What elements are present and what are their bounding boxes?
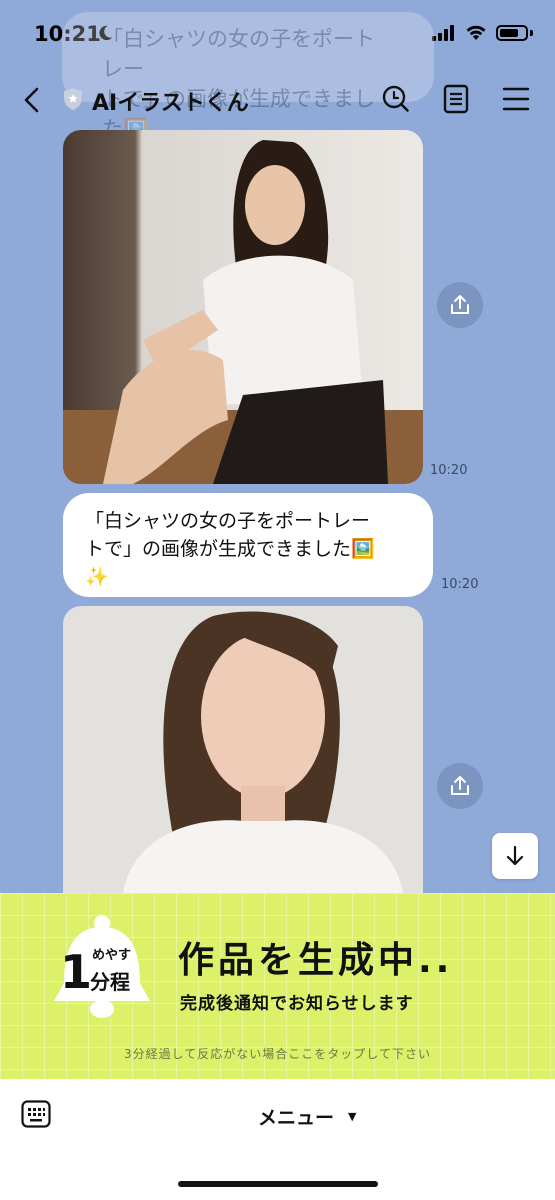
message-line-2: トで」の画像が生成できました🖼️	[85, 538, 375, 560]
chat-title: AIイラストくん	[92, 91, 249, 116]
chat-header: AIイラストくん	[0, 70, 555, 130]
menu-icon[interactable]	[502, 84, 530, 114]
share-button[interactable]	[437, 763, 483, 809]
shield-icon	[64, 88, 82, 110]
generated-image-2	[63, 606, 423, 893]
scroll-to-bottom-button[interactable]	[492, 833, 538, 879]
share-icon	[451, 776, 469, 795]
menu-toggle-label[interactable]: メニュー	[258, 1103, 334, 1130]
signal-icon	[432, 24, 454, 41]
home-indicator	[178, 1181, 378, 1187]
battery-tip	[530, 29, 533, 36]
image-message[interactable]	[63, 606, 423, 893]
search-icon[interactable]	[381, 84, 411, 114]
generating-banner[interactable]: めやす 1 分程 作品を生成中.. 完成後通知でお知らせします 3分経過して反応…	[0, 893, 555, 1079]
battery-icon	[496, 24, 528, 41]
wifi-icon	[466, 25, 486, 40]
estimate-prefix: めやす	[92, 948, 132, 963]
text-message-bubble[interactable]: 「白シャツの女の子をポートレー トで」の画像が生成できました🖼️ ✨	[63, 493, 433, 597]
back-icon[interactable]	[20, 86, 44, 114]
message-time: 10:20	[430, 463, 468, 478]
image-message[interactable]	[63, 130, 423, 484]
bottom-menu-bar: メニュー ▼	[0, 1079, 555, 1200]
banner-note[interactable]: 3分経過して反応がない場合ここをタップして下さい	[0, 1045, 555, 1062]
estimate-number: 1	[60, 945, 93, 999]
generated-image-1	[63, 130, 423, 484]
message-line-1: 「白シャツの女の子をポートレー	[85, 510, 371, 532]
estimate-unit: 分程	[90, 970, 130, 994]
status-icons	[432, 24, 533, 41]
message-line-3: ✨	[85, 566, 109, 588]
caret-down-icon[interactable]: ▼	[348, 1110, 356, 1123]
notes-icon[interactable]	[442, 84, 470, 114]
banner-title: 作品を生成中..	[178, 940, 454, 981]
banner-subtitle: 完成後通知でお知らせします	[180, 994, 414, 1014]
message-time: 10:20	[441, 577, 479, 592]
keyboard-icon[interactable]	[21, 1100, 51, 1128]
share-button[interactable]	[437, 282, 483, 328]
chevron-down-icon	[506, 845, 524, 866]
share-icon	[451, 295, 469, 314]
